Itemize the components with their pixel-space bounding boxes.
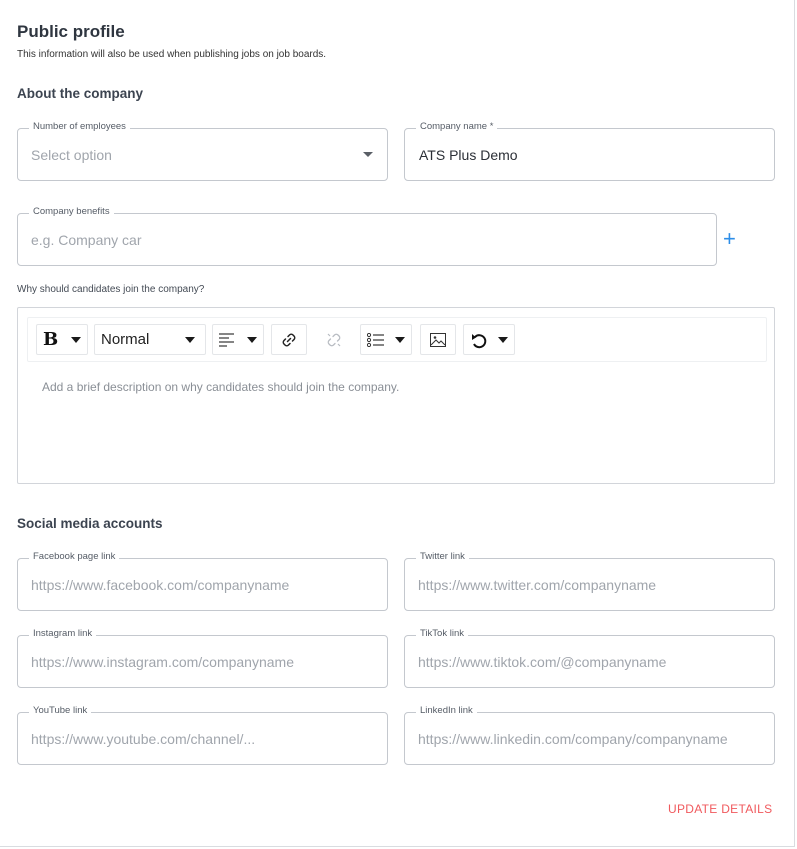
update-details-button[interactable]: UPDATE DETAILS xyxy=(668,802,772,816)
facebook-field[interactable]: Facebook page link https://www.facebook.… xyxy=(17,551,388,611)
facebook-placeholder: https://www.facebook.com/companyname xyxy=(31,577,290,593)
page-subtitle: This information will also be used when … xyxy=(17,49,327,60)
company-name-value[interactable]: ATS Plus Demo xyxy=(419,147,518,163)
benefits-label: Company benefits xyxy=(29,206,114,217)
employees-select[interactable]: Number of employees Select option xyxy=(17,121,388,181)
bold-dropdown[interactable]: B xyxy=(36,324,88,355)
list-dropdown[interactable] xyxy=(360,324,412,355)
list-icon xyxy=(367,333,384,347)
employees-label: Number of employees xyxy=(29,121,130,132)
undo-icon xyxy=(472,334,487,349)
tiktok-label: TikTok link xyxy=(416,628,468,639)
linkedin-label: LinkedIn link xyxy=(416,705,477,716)
page-title: Public profile xyxy=(17,22,125,41)
about-heading: About the company xyxy=(17,86,144,101)
editor-toolbar: B Normal xyxy=(27,317,767,362)
youtube-placeholder: https://www.youtube.com/channel/... xyxy=(31,731,256,747)
company-benefits-field[interactable]: Company benefits e.g. Company car xyxy=(17,206,717,266)
image-icon xyxy=(430,333,446,347)
link-icon xyxy=(282,333,296,347)
chevron-down-icon xyxy=(71,337,81,343)
benefits-placeholder: e.g. Company car xyxy=(31,232,142,248)
instagram-label: Instagram link xyxy=(29,628,97,639)
chevron-down-icon xyxy=(498,337,508,343)
tiktok-placeholder: https://www.tiktok.com/@companyname xyxy=(418,654,667,670)
format-dropdown[interactable]: Normal xyxy=(94,324,206,355)
twitter-label: Twitter link xyxy=(416,551,469,562)
linkedin-field[interactable]: LinkedIn link https://www.linkedin.com/c… xyxy=(404,705,775,765)
plus-icon[interactable]: + xyxy=(723,228,736,250)
undo-dropdown[interactable] xyxy=(463,324,515,355)
editor-placeholder[interactable]: Add a brief description on why candidate… xyxy=(42,380,399,394)
unlink-icon xyxy=(327,333,341,347)
why-join-editor[interactable]: B Normal Add a brief description on why … xyxy=(17,307,775,484)
unlink-button[interactable] xyxy=(316,324,352,355)
twitter-field[interactable]: Twitter link https://www.twitter.com/com… xyxy=(404,551,775,611)
why-join-label: Why should candidates join the company? xyxy=(17,284,205,295)
bold-icon: B xyxy=(43,329,59,350)
chevron-down-icon[interactable] xyxy=(363,152,373,157)
align-dropdown[interactable] xyxy=(212,324,264,355)
chevron-down-icon xyxy=(395,337,405,343)
chevron-down-icon xyxy=(185,337,195,343)
employees-placeholder: Select option xyxy=(31,147,112,163)
twitter-placeholder: https://www.twitter.com/companyname xyxy=(418,577,657,593)
profile-card: Public profile This information will als… xyxy=(0,0,795,847)
linkedin-placeholder: https://www.linkedin.com/company/company… xyxy=(418,731,728,747)
social-heading: Social media accounts xyxy=(17,516,163,531)
align-icon xyxy=(219,333,234,347)
facebook-label: Facebook page link xyxy=(29,551,120,562)
instagram-placeholder: https://www.instagram.com/companyname xyxy=(31,654,294,670)
youtube-label: YouTube link xyxy=(29,705,92,716)
company-name-label: Company name * xyxy=(416,121,498,132)
link-button[interactable] xyxy=(271,324,307,355)
instagram-field[interactable]: Instagram link https://www.instagram.com… xyxy=(17,628,388,688)
tiktok-field[interactable]: TikTok link https://www.tiktok.com/@comp… xyxy=(404,628,775,688)
company-name-field[interactable]: Company name * ATS Plus Demo xyxy=(404,121,775,181)
image-button[interactable] xyxy=(420,324,456,355)
chevron-down-icon xyxy=(247,337,257,343)
youtube-field[interactable]: YouTube link https://www.youtube.com/cha… xyxy=(17,705,388,765)
format-value: Normal xyxy=(101,331,150,348)
